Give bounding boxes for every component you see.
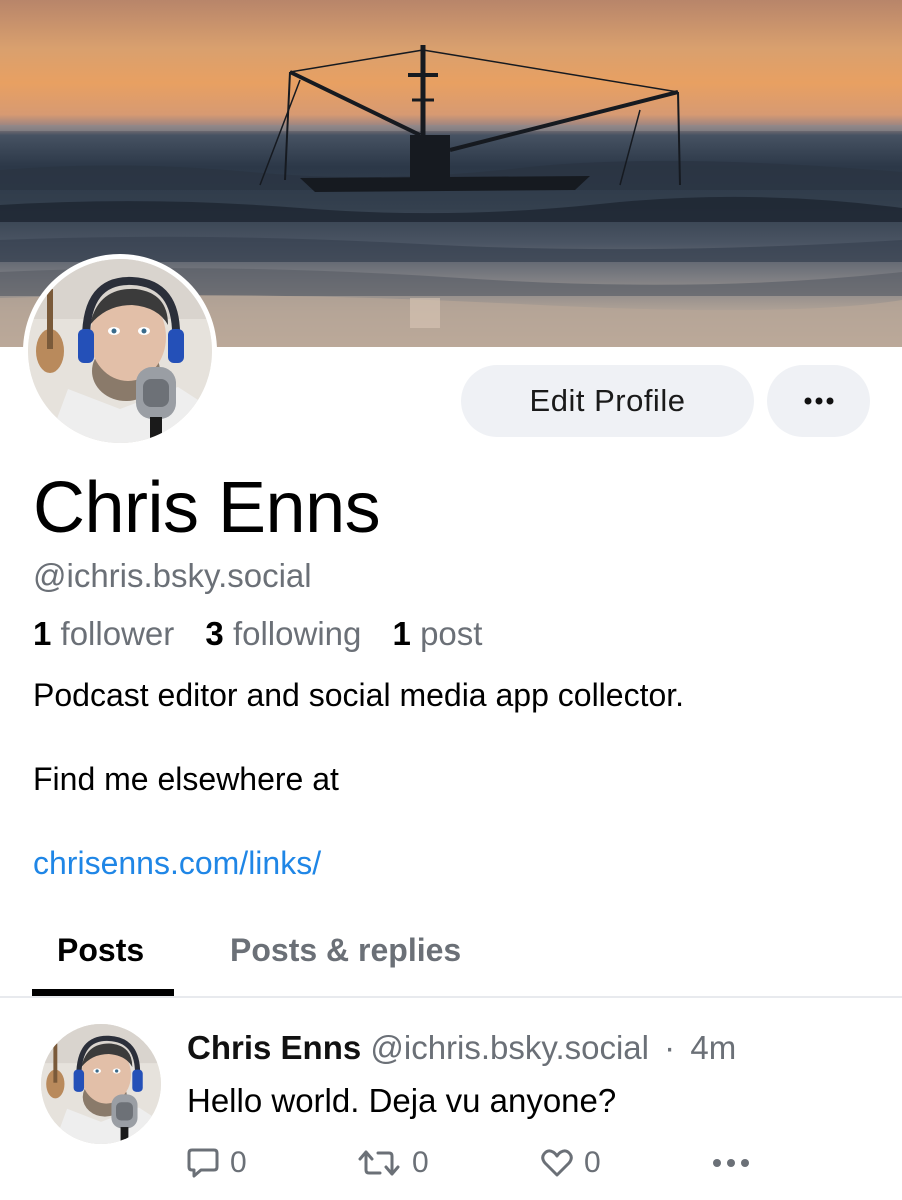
followers-label: follower [60, 615, 175, 652]
posts-count: 1 [392, 615, 411, 652]
like-button[interactable]: 0 [540, 1143, 601, 1183]
tab-posts[interactable]: Posts [57, 928, 144, 972]
post-text: Hello world. Deja vu anyone? [187, 1082, 617, 1119]
post-header: Chris Enns @ichris.bsky.social · 4m [187, 1027, 736, 1069]
post-more-button[interactable] [712, 1143, 760, 1183]
repost-icon [358, 1150, 400, 1176]
more-options-button[interactable] [767, 365, 870, 437]
avatar-photo [41, 1024, 161, 1144]
profile-stats: 1 follower 3 following 1 post [33, 614, 504, 654]
display-name: Chris Enns [33, 468, 381, 548]
edit-profile-label: Edit Profile [529, 383, 686, 418]
bio-link[interactable]: chrisenns.com/links/ [33, 842, 321, 884]
like-count: 0 [584, 1146, 601, 1179]
repost-count: 0 [412, 1146, 429, 1179]
following-label: following [232, 615, 362, 652]
post-separator: · [664, 1029, 676, 1066]
tab-divider [0, 996, 902, 998]
edit-profile-button[interactable]: Edit Profile [461, 365, 754, 437]
profile-handle: @ichris.bsky.social [33, 557, 312, 594]
more-horizontal-icon [804, 397, 833, 405]
reply-icon [187, 1148, 219, 1178]
bio-line-1: Podcast editor and social media app coll… [33, 677, 685, 713]
tab-posts-and-replies[interactable]: Posts & replies [230, 928, 461, 972]
posts-label: post [420, 615, 483, 652]
following-stat[interactable]: 3 following [205, 615, 361, 652]
post-author-avatar[interactable] [41, 1024, 161, 1144]
active-tab-indicator [32, 989, 174, 996]
post-author-handle[interactable]: @ichris.bsky.social [370, 1029, 649, 1066]
following-count: 3 [205, 615, 224, 652]
avatar-photo [28, 259, 212, 443]
post-timestamp[interactable]: 4m [690, 1029, 736, 1066]
more-horizontal-icon [713, 1159, 749, 1167]
post-author-name[interactable]: Chris Enns [187, 1029, 361, 1066]
reply-button[interactable]: 0 [186, 1143, 247, 1183]
reply-count: 0 [230, 1146, 247, 1179]
followers-stat[interactable]: 1 follower [33, 615, 174, 652]
heart-icon [541, 1149, 573, 1177]
repost-button[interactable]: 0 [356, 1143, 429, 1183]
followers-count: 1 [33, 615, 52, 652]
profile-avatar[interactable] [23, 254, 217, 448]
posts-stat: 1 post [393, 615, 483, 652]
bio-line-2: Find me elsewhere at [33, 761, 339, 797]
